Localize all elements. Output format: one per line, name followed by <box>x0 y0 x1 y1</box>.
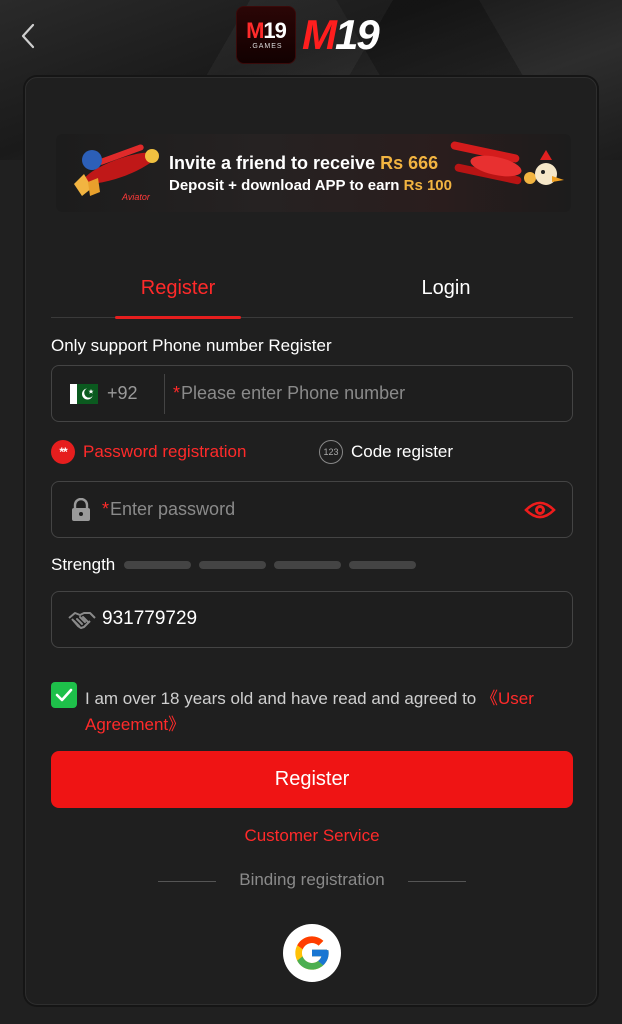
agreement-checkbox[interactable] <box>51 682 77 708</box>
password-strength: Strength <box>51 555 424 575</box>
banner-line1-amount: Rs 666 <box>380 153 439 173</box>
strength-label: Strength <box>51 555 116 574</box>
handshake-icon <box>68 612 96 629</box>
banner-line1: Invite a friend to receive Rs 666 <box>169 153 438 174</box>
auth-tabs: Register Login <box>51 258 573 319</box>
biplane-icon <box>450 141 564 185</box>
google-icon <box>295 936 329 970</box>
banner-line2-text: Deposit + download APP to earn <box>169 177 404 194</box>
register-button[interactable]: Register <box>51 751 573 808</box>
password-registration-option[interactable]: ** Password registration <box>51 439 246 465</box>
logo-badge-m: M <box>246 18 264 43</box>
password-placeholder: Enter password <box>110 499 236 519</box>
phone-field[interactable]: +92 *Please enter Phone number <box>51 365 573 422</box>
binding-registration-label: Binding registration <box>239 870 385 889</box>
agreement-text: I am over 18 years old and have read and… <box>85 686 565 738</box>
password-registration-label: Password registration <box>83 442 247 461</box>
header: M19 .GAMES M19 <box>0 0 622 72</box>
google-login-button[interactable] <box>283 924 341 982</box>
logo-wordmark-number: 19 <box>335 11 380 58</box>
logo-wordmark-m: M <box>302 11 337 58</box>
code-register-label: Code register <box>351 442 454 461</box>
password-field[interactable]: *Enter password <box>51 481 573 538</box>
logo-wordmark: M19 <box>302 10 380 60</box>
phone-input[interactable]: *Please enter Phone number <box>173 383 405 404</box>
strength-segment <box>274 561 342 569</box>
tab-register[interactable]: Register <box>115 258 241 319</box>
required-star: * <box>102 499 110 519</box>
tab-login[interactable]: Login <box>383 258 509 318</box>
register-card: Aviator Invite a friend to receive Rs 66… <box>25 77 597 1005</box>
code-register-option[interactable]: 123 Code register <box>319 439 453 465</box>
pakistan-flag-icon <box>70 384 98 404</box>
referral-code-input[interactable]: 931779729 <box>102 608 197 630</box>
banner-line2: Deposit + download APP to earn Rs 100 <box>169 177 452 194</box>
logo-badge-subtitle: .GAMES <box>249 43 283 50</box>
phone-placeholder: Please enter Phone number <box>181 383 406 403</box>
logo-badge: M19 .GAMES <box>236 6 296 64</box>
register-note: Only support Phone number Register <box>51 336 332 355</box>
required-star: * <box>173 383 181 403</box>
strength-segment <box>199 561 267 569</box>
password-input[interactable]: *Enter password <box>102 499 235 520</box>
back-button[interactable] <box>14 20 42 52</box>
strength-segment <box>349 561 417 569</box>
banner-line1-text: Invite a friend to receive <box>169 153 381 173</box>
phone-divider <box>164 374 165 414</box>
lock-icon <box>72 498 90 521</box>
logo-badge-number: 19 <box>263 18 287 43</box>
chevron-left-icon <box>21 23 35 49</box>
strength-segment <box>124 561 192 569</box>
aviator-plane-icon: Aviator <box>74 144 159 202</box>
password-dots-icon: ** <box>51 440 75 464</box>
code-123-icon: 123 <box>319 440 343 464</box>
customer-service-link[interactable]: Customer Service <box>26 826 598 846</box>
checkmark-icon <box>55 688 73 702</box>
aviator-label: Aviator <box>121 192 151 202</box>
banner-line2-amount: Rs 100 <box>403 177 452 194</box>
eye-icon[interactable] <box>524 498 556 522</box>
promo-banner[interactable]: Aviator Invite a friend to receive Rs 66… <box>56 134 571 212</box>
binding-registration-divider: Binding registration <box>156 870 468 892</box>
agreement-statement: I am over 18 years old and have read and… <box>85 689 481 708</box>
divider-line <box>408 881 466 882</box>
agreement-row: I am over 18 years old and have read and… <box>51 682 573 738</box>
country-code[interactable]: +92 <box>107 383 138 404</box>
referral-code-field[interactable]: 931779729 <box>51 591 573 648</box>
